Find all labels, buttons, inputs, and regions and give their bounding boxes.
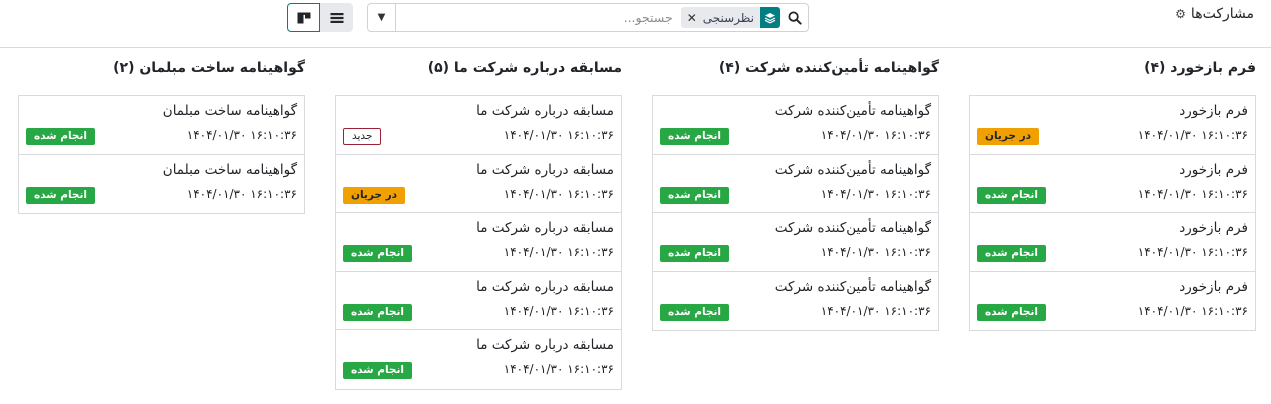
card-date: ۱۴۰۴/۰۱/۳۰ ۱۶:۱۰:۳۶: [1137, 245, 1248, 259]
card-title: فرم بازخورد: [1179, 161, 1248, 178]
card-title: مسابقه درباره شرکت ما: [476, 278, 614, 295]
card-date: ۱۴۰۴/۰۱/۳۰ ۱۶:۱۰:۳۶: [503, 186, 614, 201]
caret-down-icon: ▼: [377, 12, 386, 23]
card-date: ۱۴۰۴/۰۱/۳۰ ۱۶:۱۰:۳۶: [186, 128, 297, 142]
card-title: گواهینامه تأمین‌کننده شرکت: [774, 161, 931, 178]
card-date: ۱۴۰۴/۰۱/۳۰ ۱۶:۱۰:۳۶: [503, 303, 614, 318]
card-title: مسابقه درباره شرکت ما: [476, 337, 614, 353]
status-badge: انجام شده: [977, 186, 1046, 204]
status-badge: انجام شده: [26, 186, 95, 204]
card-date: ۱۴۰۴/۰۱/۳۰ ۱۶:۱۰:۳۶: [1137, 186, 1248, 201]
card-title: مسابقه درباره شرکت ما: [476, 103, 614, 119]
kanban-column: گواهینامه تأمین‌کننده شرکت (۴) گواهینامه…: [652, 60, 939, 331]
status-badge: در جریان: [977, 128, 1040, 145]
card-date: ۱۴۰۴/۰۱/۳۰ ۱۶:۱۰:۳۶: [186, 186, 297, 201]
kanban-card[interactable]: مسابقه درباره شرکت ما ۱۴۰۴/۰۱/۳۰ ۱۶:۱۰:۳…: [336, 96, 621, 155]
search-input[interactable]: [396, 4, 681, 31]
card-date: ۱۴۰۴/۰۱/۳۰ ۱۶:۱۰:۳۶: [820, 128, 931, 142]
status-badge: انجام شده: [343, 245, 412, 262]
kanban-icon: [297, 12, 310, 23]
status-badge: انجام شده: [343, 303, 412, 321]
search-icon[interactable]: [782, 4, 808, 31]
breadcrumb: مشارکت‌ها ⚙: [1175, 6, 1254, 22]
column-title[interactable]: گواهینامه ساخت مبلمان (۲): [18, 60, 305, 82]
kanban-card[interactable]: گواهینامه ساخت مبلمان ۱۴۰۴/۰۱/۳۰ ۱۶:۱۰:۳…: [19, 155, 304, 214]
search-facet: نظرسنجی ✕: [680, 7, 780, 28]
facet-label: نظرسنجی: [702, 10, 754, 25]
kanban-card[interactable]: گواهینامه ساخت مبلمان ۱۴۰۴/۰۱/۳۰ ۱۶:۱۰:۳…: [19, 96, 304, 155]
kanban-card[interactable]: مسابقه درباره شرکت ما ۱۴۰۴/۰۱/۳۰ ۱۶:۱۰:۳…: [336, 272, 621, 330]
control-panel: مشارکت‌ها ⚙ نظرسنجی ✕ ▼: [0, 0, 1271, 48]
card-title: مسابقه درباره شرکت ما: [476, 161, 614, 178]
card-list: گواهینامه ساخت مبلمان ۱۴۰۴/۰۱/۳۰ ۱۶:۱۰:۳…: [18, 95, 305, 214]
status-badge: در جریان: [343, 186, 406, 204]
kanban-column: فرم بازخورد (۴) فرم بازخورد ۱۴۰۴/۰۱/۳۰ ۱…: [969, 60, 1256, 331]
search-bar: نظرسنجی ✕ ▼: [367, 3, 809, 32]
kanban-card[interactable]: فرم بازخورد ۱۴۰۴/۰۱/۳۰ ۱۶:۱۰:۳۶ انجام شد…: [970, 155, 1255, 213]
card-title: فرم بازخورد: [1179, 278, 1248, 295]
view-switcher: [287, 3, 353, 32]
card-title: فرم بازخورد: [1179, 103, 1248, 119]
card-title: گواهینامه ساخت مبلمان: [162, 161, 297, 178]
status-badge: انجام شده: [660, 245, 729, 262]
kanban-card[interactable]: فرم بازخورد ۱۴۰۴/۰۱/۳۰ ۱۶:۱۰:۳۶ انجام شد…: [970, 213, 1255, 272]
card-date: ۱۴۰۴/۰۱/۳۰ ۱۶:۱۰:۳۶: [503, 128, 614, 142]
status-badge: انجام شده: [660, 303, 729, 321]
card-date: ۱۴۰۴/۰۱/۳۰ ۱۶:۱۰:۳۶: [503, 362, 614, 376]
status-badge: انجام شده: [660, 186, 729, 204]
search-options-toggle[interactable]: ▼: [368, 4, 396, 31]
card-title: فرم بازخورد: [1179, 220, 1248, 236]
card-date: ۱۴۰۴/۰۱/۳۰ ۱۶:۱۰:۳۶: [820, 245, 931, 259]
card-date: ۱۴۰۴/۰۱/۳۰ ۱۶:۱۰:۳۶: [820, 186, 931, 201]
kanban-card[interactable]: گواهینامه تأمین‌کننده شرکت ۱۴۰۴/۰۱/۳۰ ۱۶…: [653, 272, 938, 331]
page-title: مشارکت‌ها: [1190, 6, 1254, 22]
kanban-card[interactable]: مسابقه درباره شرکت ما ۱۴۰۴/۰۱/۳۰ ۱۶:۱۰:۳…: [336, 330, 621, 389]
list-icon: [330, 12, 343, 23]
status-badge: جدید: [343, 128, 382, 145]
kanban-card[interactable]: فرم بازخورد ۱۴۰۴/۰۱/۳۰ ۱۶:۱۰:۳۶ انجام شد…: [970, 272, 1255, 331]
list-view-button[interactable]: [320, 3, 353, 32]
status-badge: انجام شده: [26, 128, 95, 145]
card-title: گواهینامه تأمین‌کننده شرکت: [774, 278, 931, 295]
column-title[interactable]: مسابقه درباره شرکت ما (۵): [335, 60, 622, 82]
card-title: مسابقه درباره شرکت ما: [476, 220, 614, 236]
kanban-card[interactable]: گواهینامه تأمین‌کننده شرکت ۱۴۰۴/۰۱/۳۰ ۱۶…: [653, 96, 938, 155]
kanban-column: مسابقه درباره شرکت ما (۵) مسابقه درباره …: [335, 60, 622, 390]
card-title: گواهینامه ساخت مبلمان: [162, 103, 297, 119]
card-date: ۱۴۰۴/۰۱/۳۰ ۱۶:۱۰:۳۶: [1137, 128, 1248, 142]
kanban-card[interactable]: گواهینامه تأمین‌کننده شرکت ۱۴۰۴/۰۱/۳۰ ۱۶…: [653, 213, 938, 272]
kanban-view-button[interactable]: [287, 3, 320, 32]
status-badge: انجام شده: [977, 303, 1046, 321]
card-list: فرم بازخورد ۱۴۰۴/۰۱/۳۰ ۱۶:۱۰:۳۶ در جریان…: [969, 95, 1256, 331]
gear-icon[interactable]: ⚙: [1175, 7, 1186, 21]
status-badge: انجام شده: [660, 128, 729, 145]
facet-close-icon[interactable]: ✕: [681, 11, 697, 25]
kanban-card[interactable]: مسابقه درباره شرکت ما ۱۴۰۴/۰۱/۳۰ ۱۶:۱۰:۳…: [336, 213, 621, 272]
card-list: گواهینامه تأمین‌کننده شرکت ۱۴۰۴/۰۱/۳۰ ۱۶…: [652, 95, 939, 331]
kanban-card[interactable]: فرم بازخورد ۱۴۰۴/۰۱/۳۰ ۱۶:۱۰:۳۶ در جریان: [970, 96, 1255, 155]
status-badge: انجام شده: [977, 245, 1046, 262]
kanban-column: گواهینامه ساخت مبلمان (۲) گواهینامه ساخت…: [18, 60, 305, 214]
column-title[interactable]: فرم بازخورد (۴): [969, 60, 1256, 82]
column-title[interactable]: گواهینامه تأمین‌کننده شرکت (۴): [652, 60, 939, 82]
card-list: مسابقه درباره شرکت ما ۱۴۰۴/۰۱/۳۰ ۱۶:۱۰:۳…: [335, 95, 622, 390]
card-date: ۱۴۰۴/۰۱/۳۰ ۱۶:۱۰:۳۶: [820, 303, 931, 318]
status-badge: انجام شده: [343, 362, 412, 379]
kanban-card[interactable]: مسابقه درباره شرکت ما ۱۴۰۴/۰۱/۳۰ ۱۶:۱۰:۳…: [336, 155, 621, 213]
card-date: ۱۴۰۴/۰۱/۳۰ ۱۶:۱۰:۳۶: [1137, 303, 1248, 318]
layers-icon: [760, 7, 780, 28]
card-date: ۱۴۰۴/۰۱/۳۰ ۱۶:۱۰:۳۶: [503, 245, 614, 259]
card-title: گواهینامه تأمین‌کننده شرکت: [774, 103, 931, 119]
card-title: گواهینامه تأمین‌کننده شرکت: [774, 220, 931, 236]
kanban-card[interactable]: گواهینامه تأمین‌کننده شرکت ۱۴۰۴/۰۱/۳۰ ۱۶…: [653, 155, 938, 213]
